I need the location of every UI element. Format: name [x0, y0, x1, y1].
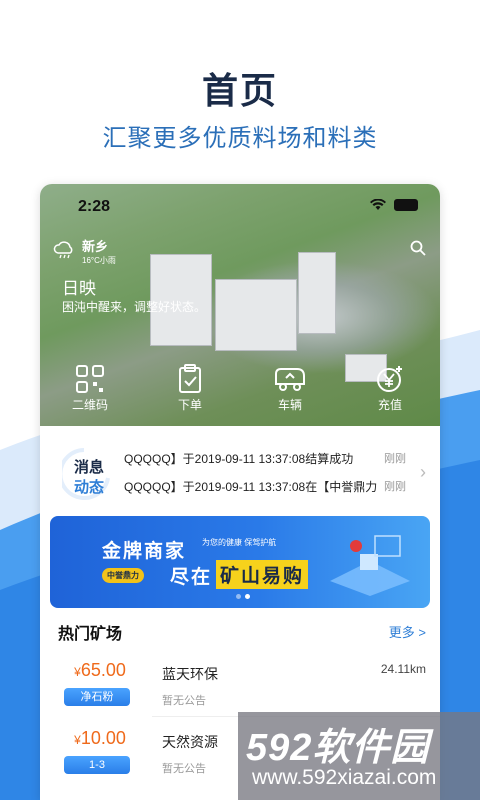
item-name: 天然资源: [162, 734, 218, 750]
currency-symbol: ¥: [74, 733, 81, 747]
carousel-dot-active[interactable]: [245, 594, 250, 599]
status-icons: [370, 199, 418, 211]
quick-actions: 二维码 下单 车辆 充值: [40, 364, 440, 413]
news-row: QQQQQ】于2019-09-11 13:37:08在【中誉鼎力: [124, 480, 378, 494]
qrcode-icon: [76, 365, 104, 393]
banner-illustration: [330, 535, 410, 596]
watermark-text: 592软件园: [246, 727, 430, 769]
quick-action-recharge[interactable]: 充值: [350, 364, 430, 413]
quick-action-label: 二维码: [71, 398, 108, 412]
battery-icon: [394, 199, 418, 211]
yen-coin-icon: [377, 366, 402, 392]
news-row: QQQQQ】于2019-09-11 13:37:08结算成功: [124, 452, 354, 466]
carousel-dot[interactable]: [236, 594, 241, 599]
item-note: 暂无公告: [162, 763, 206, 775]
plant-tower: [298, 252, 336, 334]
quick-action-label: 车辆: [277, 398, 302, 412]
item-category: 净石粉: [64, 688, 130, 706]
quick-action-label: 充值: [377, 398, 402, 412]
greeting-text: 困沌中醒来，调整好状态。: [62, 300, 207, 314]
weather-widget[interactable]: 新乡 16°C小雨: [52, 236, 116, 266]
banner-line2-highlight: 矿山易购: [216, 560, 309, 589]
item-note: 暂无公告: [162, 695, 206, 707]
item-distance: 24.11km: [380, 662, 426, 676]
news-tag-line1: 消息: [74, 459, 105, 476]
promo-banner[interactable]: 金牌商家 为您的健康 保驾护航 中誉鼎力 尽在 矿山易购: [50, 516, 430, 608]
quick-action-order[interactable]: 下单: [150, 364, 230, 413]
item-price: ¥10.00: [66, 728, 134, 749]
search-icon[interactable]: [410, 240, 426, 256]
watermark-url: www.592xiazai.com: [252, 766, 437, 789]
quick-action-qrcode[interactable]: 二维码: [50, 364, 130, 413]
plant-silos: [215, 279, 297, 351]
greeting-title: 日映: [62, 279, 96, 298]
news-tag-line2: 动态: [74, 479, 105, 496]
truck-icon: [275, 368, 305, 391]
chevron-right-icon[interactable]: ›: [420, 462, 426, 483]
banner-line2-prefix: 尽在: [170, 567, 213, 588]
cloud-rain-icon: [53, 241, 73, 259]
more-link[interactable]: 更多 >: [389, 622, 426, 641]
section-title-hot: 热门矿场: [58, 626, 123, 643]
item-name: 蓝天环保: [162, 666, 218, 682]
banner-slogan: 为您的健康 保驾护航: [202, 538, 277, 547]
banner-brand-tag: 中誉鼎力: [102, 568, 144, 583]
currency-symbol: ¥: [74, 665, 81, 679]
quick-action-label: 下单: [177, 398, 202, 412]
item-price: ¥65.00: [66, 660, 134, 681]
price-value: 10.00: [80, 728, 126, 748]
status-time: 2:28: [78, 198, 111, 215]
news-ticker[interactable]: 消息 动态 QQQQQ】于2019-09-11 13:37:08结算成功 刚刚 …: [40, 428, 440, 514]
weather-city: 新乡: [82, 239, 109, 254]
phone-screen: 2:28 新乡 16°C小雨 日映 困沌中醒来，调整好状态。 二维码 下单 车辆…: [40, 184, 440, 800]
news-time: 刚刚: [384, 481, 406, 493]
item-category: 1-3: [64, 756, 130, 774]
header-photo: 2:28 新乡 16°C小雨 日映 困沌中醒来，调整好状态。 二维码 下单 车辆…: [40, 184, 440, 426]
news-time: 刚刚: [384, 453, 406, 465]
page-title: 首页: [201, 70, 278, 111]
watermark: 592软件园 www.592xiazai.com: [238, 712, 480, 800]
price-value: 65.00: [80, 660, 126, 680]
weather-temp: 16°C小雨: [82, 256, 116, 265]
page-subtitle: 汇聚更多优质料场和料类: [102, 125, 378, 152]
banner-headline: 金牌商家: [102, 541, 187, 562]
quick-action-vehicle[interactable]: 车辆: [250, 364, 330, 413]
clipboard-icon: [179, 364, 201, 393]
carousel-dots: [236, 594, 250, 599]
wifi-icon: [370, 199, 386, 210]
